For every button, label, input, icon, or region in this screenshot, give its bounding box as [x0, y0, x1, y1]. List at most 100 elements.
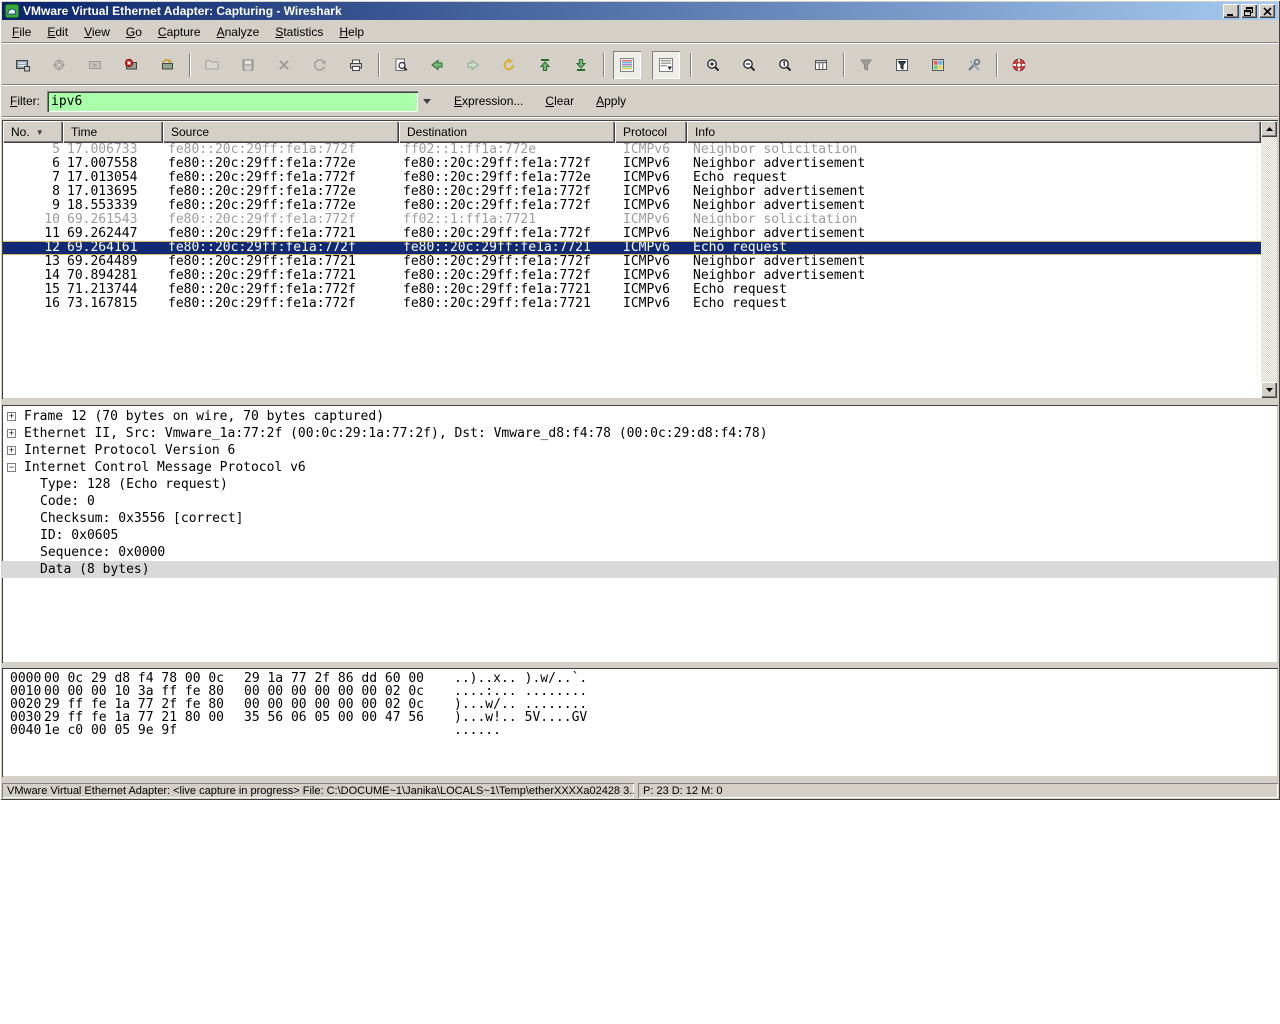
zoom-out-button[interactable] [736, 52, 761, 77]
menu-analyze[interactable]: Analyze [209, 22, 268, 42]
cell-src: fe80::20c:29ff:fe1a:772f [163, 213, 399, 227]
cell-src: fe80::20c:29ff:fe1a:7721 [163, 269, 399, 283]
detail-line[interactable]: +Frame 12 (70 bytes on wire, 70 bytes ca… [2, 408, 1278, 425]
packet-row-10[interactable]: 1069.261543fe80::20c:29ff:fe1a:772fff02:… [3, 213, 1261, 227]
go-back-icon [429, 57, 445, 73]
column-header-protocol[interactable]: Protocol [615, 121, 687, 143]
cell-pro: ICMPv6 [615, 255, 687, 269]
menu-edit[interactable]: Edit [39, 22, 76, 42]
expand-icon[interactable]: + [7, 429, 16, 438]
go-to-packet-icon [501, 57, 517, 73]
menu-go[interactable]: Go [118, 22, 150, 42]
menu-capture[interactable]: Capture [150, 22, 209, 42]
cell-src: fe80::20c:29ff:fe1a:772f [163, 171, 399, 185]
detail-line[interactable]: Type: 128 (Echo request) [2, 476, 1278, 493]
column-header-source[interactable]: Source [163, 121, 399, 143]
go-to-bottom-button[interactable] [568, 52, 593, 77]
toolbar-separator [189, 53, 191, 77]
packet-row-12[interactable]: 1269.264161fe80::20c:29ff:fe1a:772ffe80:… [3, 241, 1261, 255]
column-header-no[interactable]: No.▼ [3, 121, 63, 143]
packet-row-8[interactable]: 817.013695fe80::20c:29ff:fe1a:772efe80::… [3, 185, 1261, 199]
preferences-button[interactable] [961, 52, 986, 77]
detail-line[interactable]: Sequence: 0x0000 [2, 544, 1278, 561]
scroll-down-button[interactable] [1261, 382, 1277, 398]
find-packet-icon [393, 57, 409, 73]
detail-line[interactable]: −Internet Control Message Protocol v6 [2, 459, 1278, 476]
print-button[interactable] [343, 52, 368, 77]
cell-pro: ICMPv6 [615, 171, 687, 185]
menu-view[interactable]: View [76, 22, 118, 42]
close-button[interactable] [1259, 4, 1275, 18]
go-to-bottom-icon [573, 57, 589, 73]
column-header-time[interactable]: Time [63, 121, 163, 143]
packet-row-9[interactable]: 918.553339fe80::20c:29ff:fe1a:772efe80::… [3, 199, 1261, 213]
apply-button[interactable]: Apply [592, 92, 630, 110]
packet-row-15[interactable]: 1571.213744fe80::20c:29ff:fe1a:772ffe80:… [3, 283, 1261, 297]
cell-inf: Echo request [687, 171, 1261, 185]
packet-row-11[interactable]: 1169.262447fe80::20c:29ff:fe1a:7721fe80:… [3, 227, 1261, 241]
detail-line[interactable]: ID: 0x0605 [2, 527, 1278, 544]
cell-src: fe80::20c:29ff:fe1a:772e [163, 185, 399, 199]
coloring-rules-button[interactable] [925, 52, 950, 77]
scroll-up-button[interactable] [1261, 121, 1277, 137]
hex-ascii: 5V....GV [525, 711, 588, 724]
detail-text: Sequence: 0x0000 [40, 545, 165, 560]
preferences-icon [966, 57, 982, 73]
capture-restart-button[interactable] [154, 52, 179, 77]
column-header-info[interactable]: Info [687, 121, 1261, 143]
capture-start-icon [87, 57, 103, 73]
menu-statistics[interactable]: Statistics [267, 22, 331, 42]
list-interfaces-button[interactable] [10, 52, 35, 77]
detail-line[interactable]: +Internet Protocol Version 6 [2, 442, 1278, 459]
column-label: Protocol [623, 125, 667, 139]
packet-row-5[interactable]: 517.006733fe80::20c:29ff:fe1a:772fff02::… [3, 143, 1261, 157]
zoom-in-button[interactable] [700, 52, 725, 77]
filter-input[interactable] [47, 91, 418, 112]
column-label: No. [11, 125, 30, 139]
packet-row-13[interactable]: 1369.264489fe80::20c:29ff:fe1a:7721fe80:… [3, 255, 1261, 269]
resize-columns-button[interactable] [808, 52, 833, 77]
packet-row-7[interactable]: 717.013054fe80::20c:29ff:fe1a:772ffe80::… [3, 171, 1261, 185]
display-filter-icon [894, 57, 910, 73]
go-to-packet-button[interactable] [496, 52, 521, 77]
packet-list-scrollbar[interactable] [1261, 121, 1277, 398]
packet-row-6[interactable]: 617.007558fe80::20c:29ff:fe1a:772efe80::… [3, 157, 1261, 171]
packet-row-14[interactable]: 1470.894281fe80::20c:29ff:fe1a:7721fe80:… [3, 269, 1261, 283]
find-packet-button[interactable] [388, 52, 413, 77]
collapse-icon[interactable]: − [7, 463, 16, 472]
restore-button[interactable] [1241, 4, 1257, 18]
cell-dst: fe80::20c:29ff:fe1a:772f [399, 269, 615, 283]
colorize-button[interactable] [613, 51, 641, 79]
auto-scroll-button[interactable] [652, 51, 680, 79]
toolbar-separator [603, 53, 605, 77]
go-to-top-button[interactable] [532, 52, 557, 77]
expand-icon[interactable]: + [7, 412, 16, 421]
expand-icon[interactable]: + [7, 446, 16, 455]
column-header-destination[interactable]: Destination [399, 121, 615, 143]
minimize-button[interactable] [1223, 4, 1239, 18]
cell-time: 17.007558 [63, 157, 163, 171]
help-button[interactable] [1006, 52, 1031, 77]
go-forward-button[interactable] [460, 52, 485, 77]
cell-no: 14 [3, 269, 63, 283]
cell-dst: fe80::20c:29ff:fe1a:772f [399, 227, 615, 241]
cell-inf: Neighbor advertisement [687, 227, 1261, 241]
packet-row-16[interactable]: 1673.167815fe80::20c:29ff:fe1a:772ffe80:… [3, 297, 1261, 311]
detail-line[interactable]: Data (8 bytes) [2, 561, 1278, 578]
go-back-button[interactable] [424, 52, 449, 77]
filter-dropdown-button[interactable] [418, 91, 436, 112]
menu-file[interactable]: File [4, 22, 39, 42]
hex-line[interactable]: 00401e c0 00 05 9e 9f...... [2, 724, 1278, 737]
detail-text: Ethernet II, Src: Vmware_1a:77:2f (00:0c… [24, 426, 768, 441]
zoom-100-button[interactable] [772, 52, 797, 77]
hex-line[interactable]: 003029 ff fe 1a 77 21 80 0035 56 06 05 0… [2, 711, 1278, 724]
detail-line[interactable]: + Ethernet II, Src: Vmware_1a:77:2f (00:0… [2, 425, 1278, 442]
capture-stop-button[interactable] [118, 52, 143, 77]
clear-button[interactable]: Clear [541, 92, 578, 110]
detail-line[interactable]: Checksum: 0x3556 [correct] [2, 510, 1278, 527]
expression-button[interactable]: Expression... [450, 92, 527, 110]
cell-inf: Echo request [687, 283, 1261, 297]
detail-line[interactable]: Code: 0 [2, 493, 1278, 510]
menu-help[interactable]: Help [331, 22, 372, 42]
display-filter-button[interactable] [889, 52, 914, 77]
